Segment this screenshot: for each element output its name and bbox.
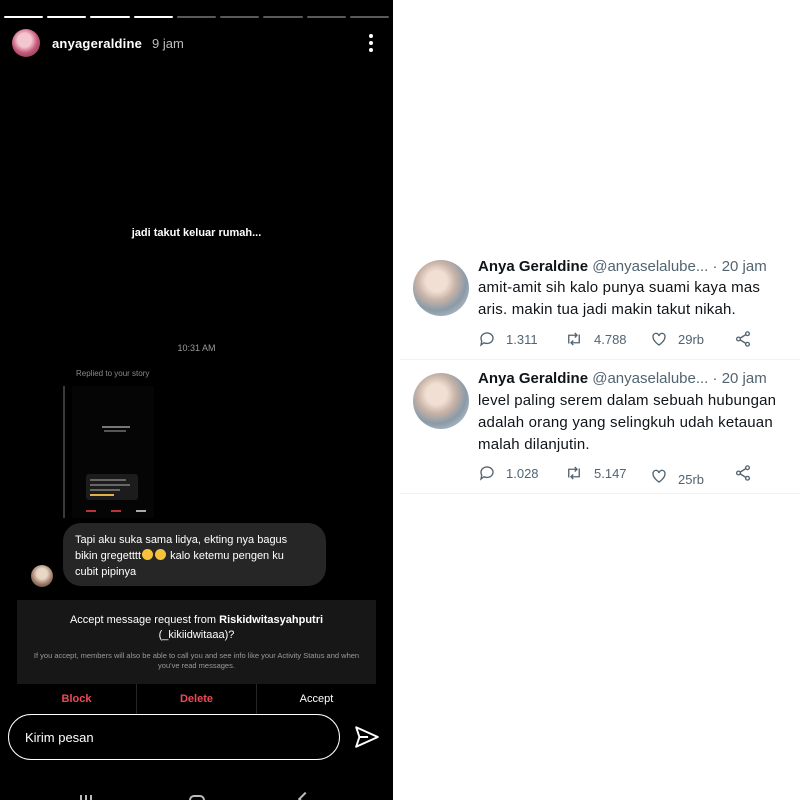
- requester-handle: (_kikiidwitaaa)?: [158, 629, 235, 641]
- message-request-panel: Accept message request from Riskidwitasy…: [17, 600, 376, 684]
- screenshot-composite: anyageraldine 9 jam jadi takut keluar ru…: [0, 0, 800, 800]
- grimace-emoji-icon: [142, 549, 154, 560]
- message-input[interactable]: Kirim pesan: [8, 714, 340, 760]
- tweet-header: Anya Geraldine @anyaselalube... · 20 jam: [478, 257, 767, 277]
- tweet-actions: 1.311 4.788 29rb: [478, 330, 778, 350]
- tweet-text: amit-amit sih kalo punya suami kaya mas …: [478, 279, 761, 318]
- like-button[interactable]: 29rb: [650, 330, 704, 348]
- retweet-count: 4.788: [594, 331, 627, 347]
- tweet-avatar[interactable]: [413, 260, 469, 316]
- progress-segment: [47, 16, 87, 18]
- tweet-actions: 1.028 5.147 25rb: [478, 464, 778, 487]
- request-title: Accept message request from Riskidwitasy…: [69, 614, 324, 641]
- share-icon: [735, 465, 751, 481]
- reply-icon: [479, 332, 494, 347]
- request-subtitle: If you accept, members will also be able…: [33, 651, 360, 670]
- progress-segment: [349, 16, 389, 18]
- tweet-author-name[interactable]: Anya Geraldine: [478, 258, 588, 275]
- home-icon[interactable]: [189, 795, 205, 800]
- reply-indicator-bar: [63, 386, 65, 518]
- tweet-author-handle[interactable]: @anyaselalube...: [592, 258, 708, 275]
- share-button[interactable]: [734, 464, 752, 482]
- tweet-divider: [400, 359, 800, 360]
- reply-icon: [479, 466, 494, 481]
- story-header: anyageraldine 9 jam: [12, 28, 381, 58]
- story-username[interactable]: anyageraldine: [52, 36, 142, 51]
- accept-button[interactable]: Accept: [257, 684, 376, 714]
- share-icon: [735, 331, 751, 347]
- retweet-count: 5.147: [594, 465, 627, 481]
- tweet-time[interactable]: · 20 jam: [713, 370, 767, 387]
- twitter-panel: Anya Geraldine @anyaselalube... · 20 jam…: [400, 0, 800, 800]
- sender-avatar[interactable]: [31, 565, 53, 587]
- like-count: 25rb: [678, 472, 705, 487]
- progress-segment: [263, 16, 303, 18]
- tweet-author-handle[interactable]: @anyaselalube...: [592, 370, 708, 387]
- message-line: cubit pipinya: [75, 566, 137, 578]
- message-line: bikin gregetttt kalo ketemu pengen ku: [75, 549, 284, 562]
- tweet-avatar[interactable]: [413, 373, 469, 429]
- requester-name: Riskidwitasyahputri: [219, 614, 324, 626]
- progress-segment: [306, 16, 346, 18]
- instagram-story-panel: anyageraldine 9 jam jadi takut keluar ru…: [0, 0, 393, 800]
- story-avatar[interactable]: [12, 29, 40, 57]
- tweet-header: Anya Geraldine @anyaselalube... · 20 jam: [478, 369, 767, 389]
- story-time: 9 jam: [152, 35, 184, 51]
- delete-button[interactable]: Delete: [137, 684, 257, 714]
- message-timestamp: 10:31 AM: [177, 343, 216, 353]
- block-button[interactable]: Block: [17, 684, 137, 714]
- progress-segment: [220, 16, 260, 18]
- story-progress-bar: [4, 16, 389, 18]
- request-actions: Block Delete Accept: [17, 684, 376, 714]
- android-nav-bar: [0, 784, 393, 800]
- retweet-button[interactable]: 4.788: [564, 330, 627, 348]
- progress-segment: [176, 16, 217, 18]
- tweet-divider: [400, 493, 800, 494]
- replied-label: Replied to your story: [76, 369, 150, 378]
- recent-apps-icon[interactable]: [80, 795, 94, 800]
- tweet-time[interactable]: · 20 jam: [713, 258, 767, 275]
- share-button[interactable]: [734, 330, 752, 348]
- heart-icon: [652, 469, 666, 483]
- progress-segment: [133, 16, 173, 18]
- retweet-icon: [568, 466, 580, 480]
- retweet-button[interactable]: 5.147: [564, 464, 627, 482]
- story-reply-thumbnail[interactable]: [72, 386, 154, 518]
- more-options-icon[interactable]: [361, 34, 381, 52]
- reply-button[interactable]: 1.311: [478, 330, 538, 348]
- tweet-author-name[interactable]: Anya Geraldine: [478, 370, 588, 387]
- reply-count: 1.311: [506, 331, 538, 347]
- message-line: Tapi aku suka sama lidya, ekting nya bag…: [75, 534, 288, 546]
- progress-segment: [4, 16, 44, 18]
- tweet-text: level paling serem dalam sebuah hubungan…: [478, 392, 777, 453]
- reply-button[interactable]: 1.028: [478, 464, 539, 482]
- message-bubble: Tapi aku suka sama lidya, ekting nya bag…: [63, 523, 326, 586]
- retweet-icon: [568, 332, 580, 346]
- story-caption: jadi takut keluar rumah...: [131, 227, 262, 239]
- progress-segment: [90, 16, 130, 18]
- send-icon[interactable]: [354, 724, 380, 750]
- reply-count: 1.028: [506, 465, 539, 481]
- like-count: 29rb: [678, 331, 705, 347]
- like-button[interactable]: 25rb: [650, 464, 704, 487]
- back-icon[interactable]: [297, 791, 313, 800]
- smirk-emoji-icon: [155, 549, 167, 560]
- heart-icon: [652, 332, 666, 346]
